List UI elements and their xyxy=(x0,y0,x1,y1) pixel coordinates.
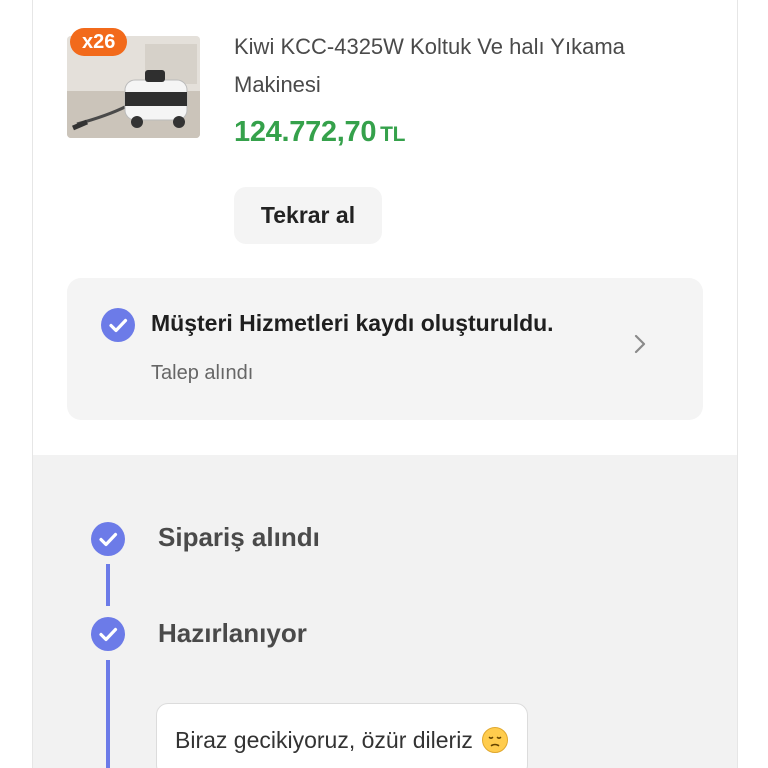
sad-face-icon xyxy=(481,727,508,753)
order-card: x26 Kiwi KCC-4325W Koltuk Ve halı Yıkama… xyxy=(32,0,738,768)
timeline-connector xyxy=(106,564,110,606)
product-title[interactable]: Kiwi KCC-4325W Koltuk Ve halı Yıkama Mak… xyxy=(234,28,704,104)
price-currency: TL xyxy=(380,123,406,146)
delay-message: Biraz gecikiyoruz, özür dileriz xyxy=(156,703,528,768)
order-timeline: Sipariş alındı Hazırlanıyor Biraz geciki… xyxy=(33,455,737,768)
step-check-icon xyxy=(91,522,125,556)
check-circle-icon xyxy=(101,308,135,342)
service-record-status: Talep alındı xyxy=(151,362,254,384)
timeline-step-label: Sipariş alındı xyxy=(158,522,320,552)
service-record-title: Müşteri Hizmetleri kaydı oluşturuldu. xyxy=(151,310,554,336)
delay-message-text: Biraz gecikiyoruz, özür dileriz xyxy=(175,726,473,753)
product-price: 124.772,70 TL xyxy=(234,116,406,149)
chevron-right-icon xyxy=(634,334,646,354)
reorder-button[interactable]: Tekrar al xyxy=(234,187,382,244)
customer-service-record[interactable]: Müşteri Hizmetleri kaydı oluşturuldu. Ta… xyxy=(67,278,703,420)
price-value: 124.772,70 xyxy=(234,116,377,148)
timeline-step-label: Hazırlanıyor xyxy=(158,618,307,648)
quantity-badge: x26 xyxy=(70,28,128,56)
step-check-icon xyxy=(91,617,125,651)
timeline-connector xyxy=(106,660,110,768)
